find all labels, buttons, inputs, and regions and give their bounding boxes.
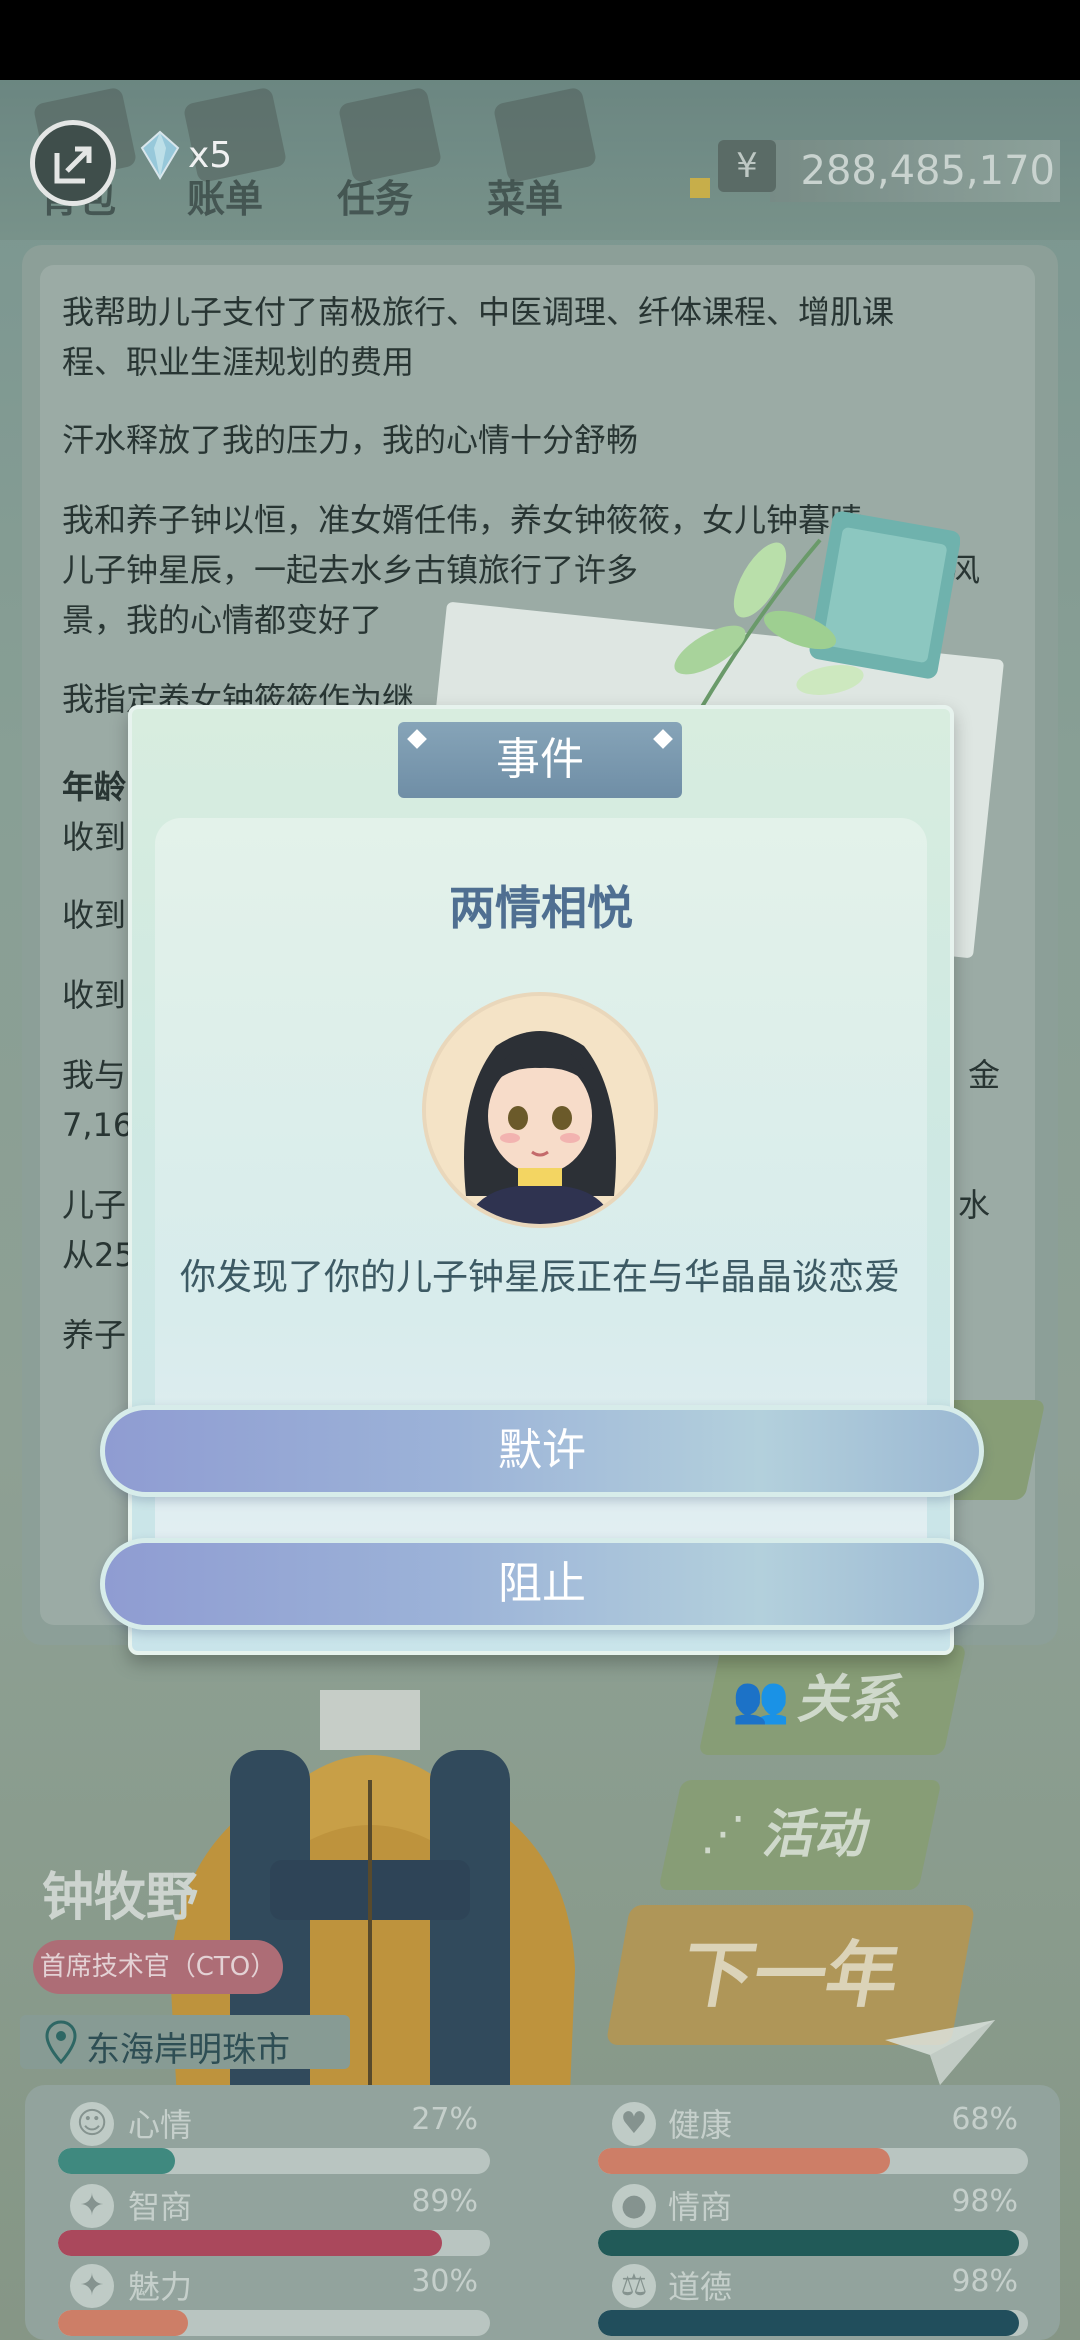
girl-avatar-icon	[426, 996, 654, 1224]
plant-decoration	[674, 511, 960, 712]
girl-portrait	[422, 992, 658, 1228]
dialog-tab-label: 事件	[398, 722, 682, 798]
event-description: 你发现了你的儿子钟星辰正在与华晶晶谈恋爱	[180, 1257, 901, 1298]
stop-button[interactable]: 阻止	[100, 1538, 984, 1630]
event-title: 两情相悦	[449, 881, 633, 935]
status-bar	[0, 0, 1080, 80]
acquiesce-button[interactable]: 默许	[100, 1405, 984, 1497]
